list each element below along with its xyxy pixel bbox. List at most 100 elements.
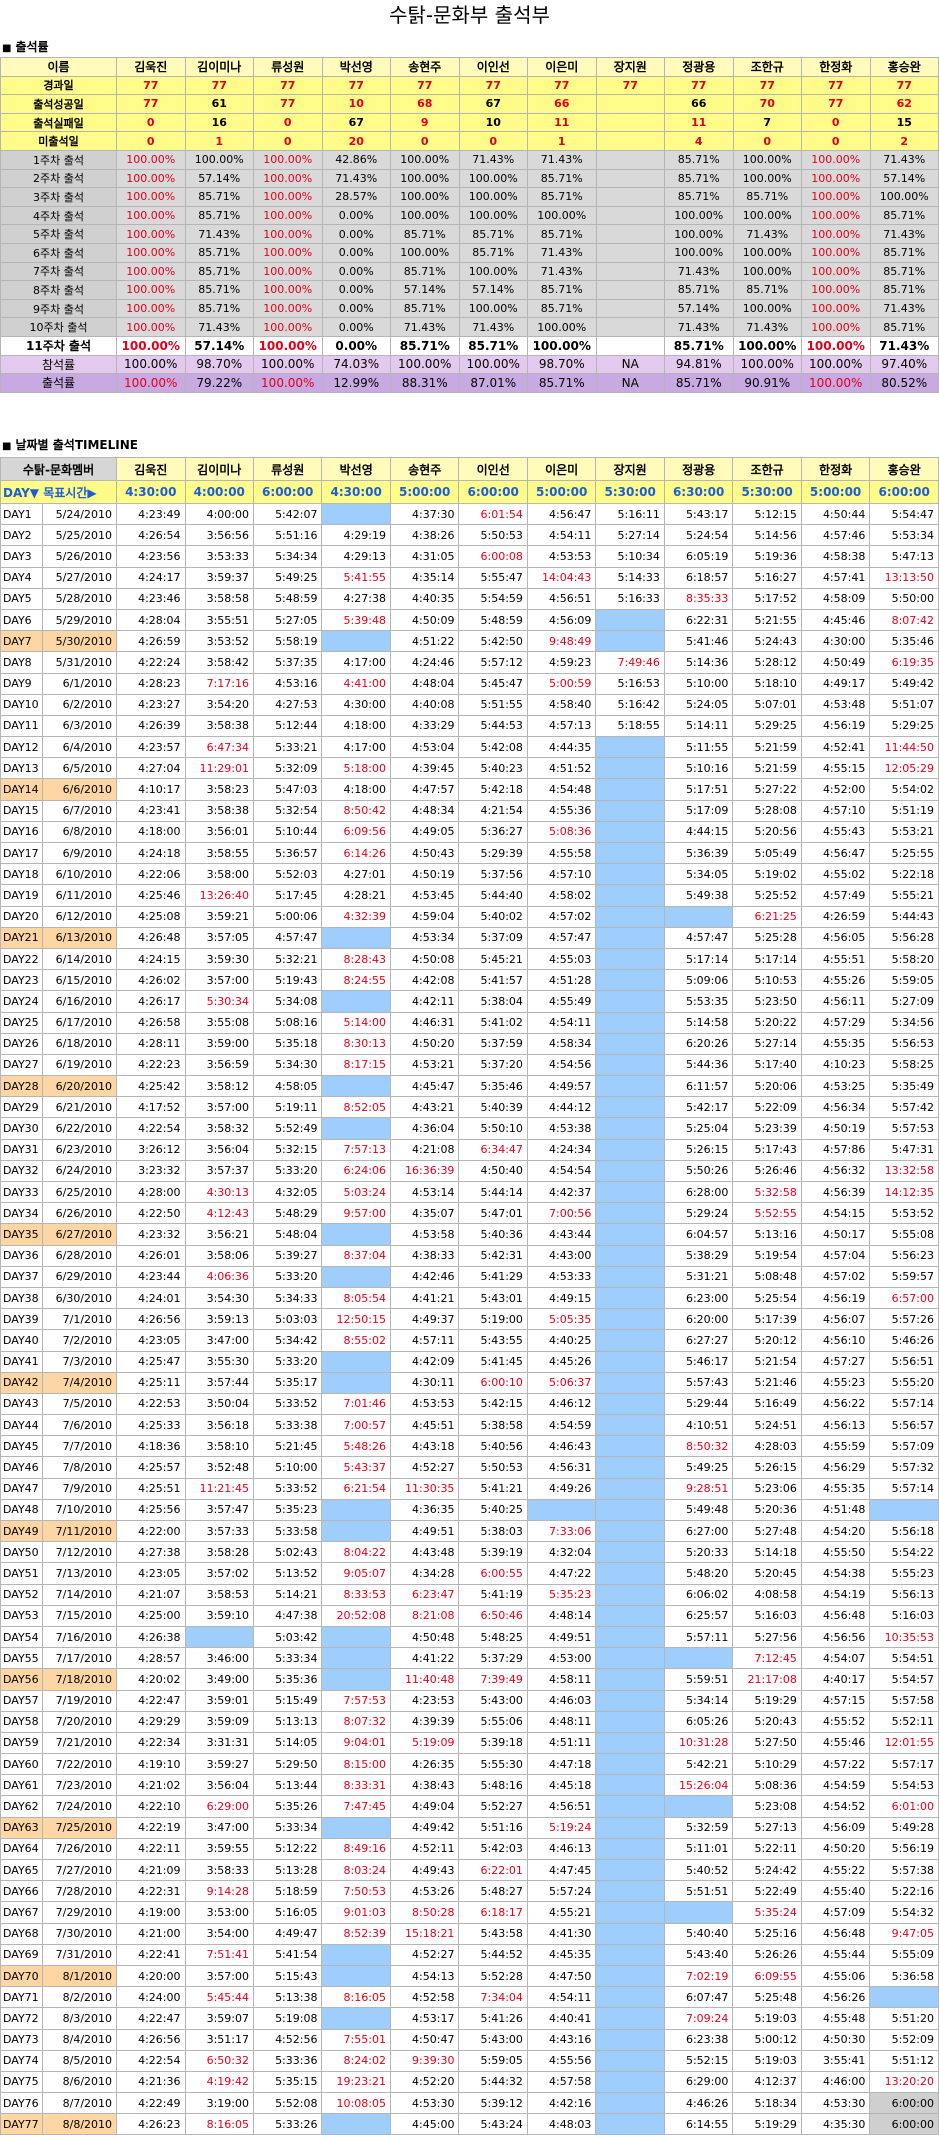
time-cell: 5:43:17: [663, 502, 734, 526]
time-cell: 4:55:15: [800, 757, 871, 780]
date-cell: 6/25/2010: [41, 1180, 118, 1204]
time-cell: 5:30:34: [184, 990, 254, 1013]
time-cell: 4:30:13: [184, 1180, 254, 1204]
time-cell: 4:42:46: [389, 1265, 460, 1288]
square-icon: ■: [2, 43, 12, 54]
timeline-row: DAY77 8/8/2010 4:26:23 8:16:05 5:33:26 4:45:0…: [0, 2113, 939, 2135]
date-cell: 6/5/2010: [41, 757, 118, 780]
time-cell: 14:12:35: [869, 1180, 939, 1204]
time-cell: 7:47:45: [321, 1795, 391, 1818]
date-cell: 5/26/2010: [41, 545, 118, 568]
summary-cell: 100.00%: [253, 354, 323, 375]
time-cell: 4:21:00: [116, 1922, 186, 1945]
summary-cell: 0: [801, 112, 871, 133]
time-cell: 4:55:43: [800, 820, 871, 844]
time-cell: 5:36:27: [458, 820, 528, 844]
time-cell: 5:19:54: [732, 1244, 802, 1267]
day-label: DAY2: [0, 524, 43, 547]
time-cell: 5:00:59: [526, 672, 597, 695]
timeline-row: DAY21 6/13/2010 4:26:48 3:57:05 4:57:47 4:53:…: [0, 926, 939, 949]
time-cell: 4:31:05: [389, 545, 460, 568]
time-cell: 5:40:52: [663, 1858, 734, 1882]
time-cell: 5:48:04: [252, 1223, 323, 1246]
summary-cell: 77: [595, 75, 665, 96]
summary-cell: 16: [184, 112, 254, 133]
time-cell: 4:19:42: [184, 2070, 254, 2094]
time-cell: 5:34:42: [252, 1329, 323, 1352]
time-cell: 5:32:21: [252, 947, 323, 971]
time-cell: [595, 1329, 665, 1352]
time-cell: 7:09:24: [663, 2007, 734, 2030]
time-cell: 3:59:10: [184, 1604, 254, 1627]
summary-cell: 57.14%: [184, 335, 254, 356]
time-cell: 4:51:52: [526, 757, 597, 780]
time-cell: 3:57:47: [184, 1498, 254, 1522]
time-cell: 5:23:50: [732, 990, 802, 1013]
time-cell: 4:26:38: [116, 1625, 186, 1649]
summary-cell: 100.00%: [458, 187, 528, 207]
time-cell: 5:33:20: [252, 1265, 323, 1288]
time-cell: 4:24:18: [116, 841, 186, 865]
time-cell: 5:40:02: [458, 905, 528, 928]
timeline-row: DAY68 7/30/2010 4:21:00 3:54:00 4:49:47 8:52:…: [0, 1922, 939, 1945]
time-cell: [595, 1477, 665, 1500]
time-cell: 5:26:26: [732, 1943, 802, 1966]
time-cell: 5:03:03: [252, 1308, 323, 1331]
time-cell: 4:25:00: [116, 1604, 186, 1627]
time-cell: 6:24:06: [321, 1159, 391, 1183]
time-cell: [321, 2007, 391, 2030]
time-cell: 4:56:47: [800, 841, 871, 865]
time-cell: 5:15:43: [252, 1964, 323, 1988]
time-cell: 5:49:25: [663, 1456, 734, 1479]
timeline-row: DAY43 7/5/2010 4:22:53 3:50:04 5:33:52 7:01:4…: [0, 1392, 939, 1416]
time-cell: 4:23:56: [116, 545, 186, 568]
time-cell: 4:18:00: [321, 778, 391, 801]
time-cell: [321, 1350, 391, 1373]
time-cell: 8:30:13: [321, 1032, 391, 1055]
time-cell: 6:00:10: [458, 1371, 528, 1394]
timeline-row: DAY32 6/24/2010 3:23:32 3:57:37 5:33:20 6:24:…: [0, 1159, 939, 1183]
time-cell: 5:56:19: [869, 1837, 939, 1861]
summary-cell: 74.03%: [321, 354, 391, 375]
time-cell: 5:23:39: [732, 1117, 802, 1140]
time-cell: 5:55:30: [458, 1753, 528, 1776]
time-cell: 4:46:13: [526, 1837, 597, 1861]
time-cell: 8:24:02: [321, 2049, 391, 2072]
time-cell: 5:17:14: [732, 947, 802, 971]
time-cell: 8:50:32: [663, 1435, 734, 1458]
time-cell: 5:19:00: [458, 1308, 528, 1331]
time-cell: 6:21:25: [732, 905, 802, 928]
time-cell: 4:56:07: [800, 1308, 871, 1331]
time-cell: 4:54:38: [800, 1562, 871, 1585]
time-cell: 5:51:16: [252, 524, 323, 547]
summary-cell: 71.43%: [869, 335, 939, 356]
summary-cell: [595, 187, 665, 207]
time-cell: 5:39:19: [458, 1541, 528, 1564]
timeline-row: DAY45 7/7/2010 4:18:36 3:58:10 5:21:45 5:48:2…: [0, 1435, 939, 1458]
time-cell: 8:50:42: [321, 799, 391, 822]
time-cell: 5:25:04: [663, 1117, 734, 1140]
summary-cell: [595, 149, 665, 170]
summary-row: 11주차 출석 100.00% 57.14% 100.00% 0.00% 85.71% 85…: [0, 335, 939, 356]
summary-cell: 0: [390, 131, 460, 151]
time-cell: 4:53:25: [800, 1075, 871, 1098]
date-cell: 6/21/2010: [41, 1096, 118, 1119]
time-cell: 4:55:23: [800, 1371, 871, 1394]
time-cell: 5:00:12: [732, 2028, 802, 2051]
time-cell: 3:59:09: [184, 1710, 254, 1733]
time-cell: 5:51:16: [458, 1816, 528, 1839]
summary-cell: 61: [184, 94, 254, 114]
time-cell: 5:59:51: [663, 1668, 734, 1691]
time-cell: 4:56:39: [800, 1180, 871, 1204]
time-cell: [595, 820, 665, 844]
time-cell: 5:33:58: [252, 1519, 323, 1543]
summary-cell: 100.00%: [664, 205, 734, 226]
day-label: DAY59: [0, 1731, 43, 1755]
time-cell: 5:33:52: [252, 1392, 323, 1416]
time-cell: 4:22:31: [116, 1880, 186, 1903]
time-cell: 4:43:21: [389, 1096, 460, 1119]
time-cell: 4:26:54: [116, 524, 186, 547]
timeline-row: DAY3 5/26/2010 4:23:56 3:53:33 5:34:34 4:29:1…: [0, 545, 939, 568]
time-cell: 4:24:46: [389, 651, 460, 674]
timeline-row: DAY29 6/21/2010 4:17:52 3:57:00 5:19:11 8:52:…: [0, 1096, 939, 1119]
